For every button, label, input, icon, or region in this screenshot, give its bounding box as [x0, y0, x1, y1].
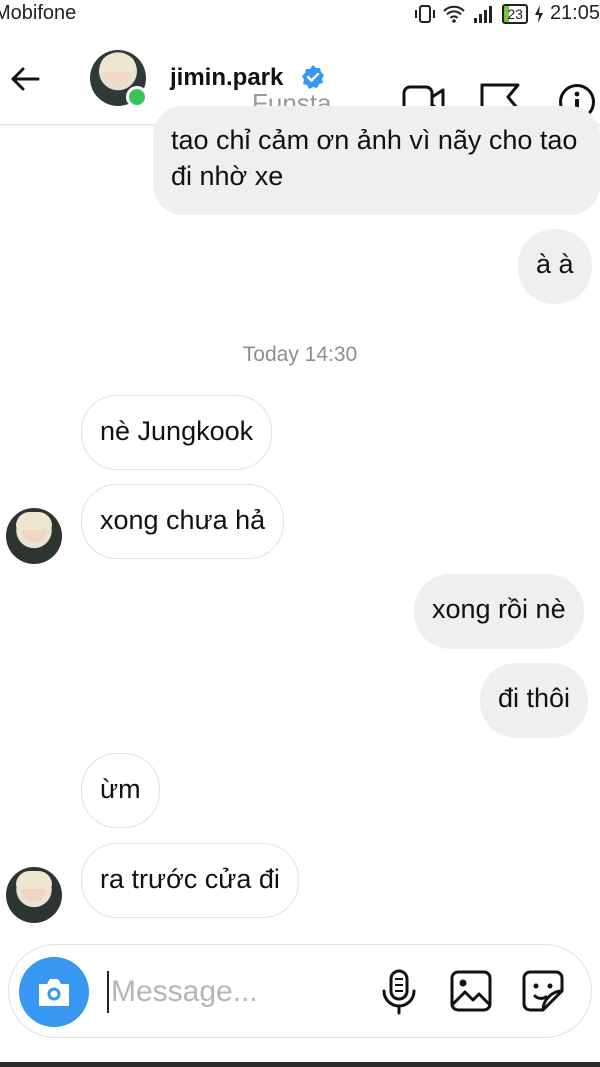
message-text: nè Jungkook	[100, 416, 254, 446]
arrow-left-icon[interactable]	[8, 62, 42, 96]
message-text: ra trước cửa đi	[100, 864, 280, 894]
message-composer	[8, 944, 592, 1038]
sticker-icon[interactable]	[521, 969, 565, 1013]
clock: 21:05	[549, 2, 600, 24]
message-text: xong chưa hả	[100, 505, 266, 535]
message-bubble-received[interactable]: ra trước cửa đi	[81, 843, 299, 918]
verified-badge-icon	[302, 65, 324, 89]
vibrate-icon	[415, 4, 436, 23]
message-bubble-sent[interactable]: đi thôi	[480, 663, 589, 738]
sender-avatar[interactable]	[6, 508, 62, 564]
charging-icon	[534, 4, 543, 23]
message-text: xong rồi nè	[432, 594, 566, 624]
wifi-icon	[443, 5, 466, 23]
status-icons: 23 21:05	[414, 2, 600, 25]
profile-avatar[interactable]	[90, 50, 148, 108]
message-timestamp: Today 14:30	[242, 343, 358, 366]
online-status-dot	[126, 86, 148, 108]
message-bubble-received[interactable]: ừm	[81, 753, 160, 828]
microphone-icon[interactable]	[379, 969, 419, 1015]
camera-icon	[39, 979, 69, 1006]
message-bubble-received[interactable]: nè Jungkook	[81, 395, 273, 470]
message-text: đi thôi	[498, 683, 571, 713]
message-text: ừm	[100, 774, 141, 804]
message-input[interactable]	[109, 967, 373, 1017]
sender-avatar[interactable]	[6, 867, 62, 923]
message-text: tao chỉ cảm ơn ảnh vì nãy cho tao đi nhờ…	[171, 125, 578, 191]
message-bubble-sent[interactable]: à à	[518, 229, 592, 304]
image-icon[interactable]	[449, 969, 493, 1013]
message-bubble-sent[interactable]: tao chỉ cảm ơn ảnh vì nãy cho tao đi nhờ…	[153, 106, 600, 215]
carrier-label: Mobifone	[0, 2, 77, 24]
battery-indicator: 23	[502, 3, 528, 24]
status-bar: Mobifone 23 21:05	[0, 0, 600, 28]
camera-button[interactable]	[19, 957, 89, 1027]
message-bubble-sent[interactable]: xong rồi nè	[414, 574, 584, 649]
message-bubble-received[interactable]: xong chưa hả	[81, 484, 285, 559]
message-text: à à	[536, 249, 574, 279]
navigation-bar-edge	[0, 1062, 600, 1067]
signal-icon	[474, 5, 493, 23]
